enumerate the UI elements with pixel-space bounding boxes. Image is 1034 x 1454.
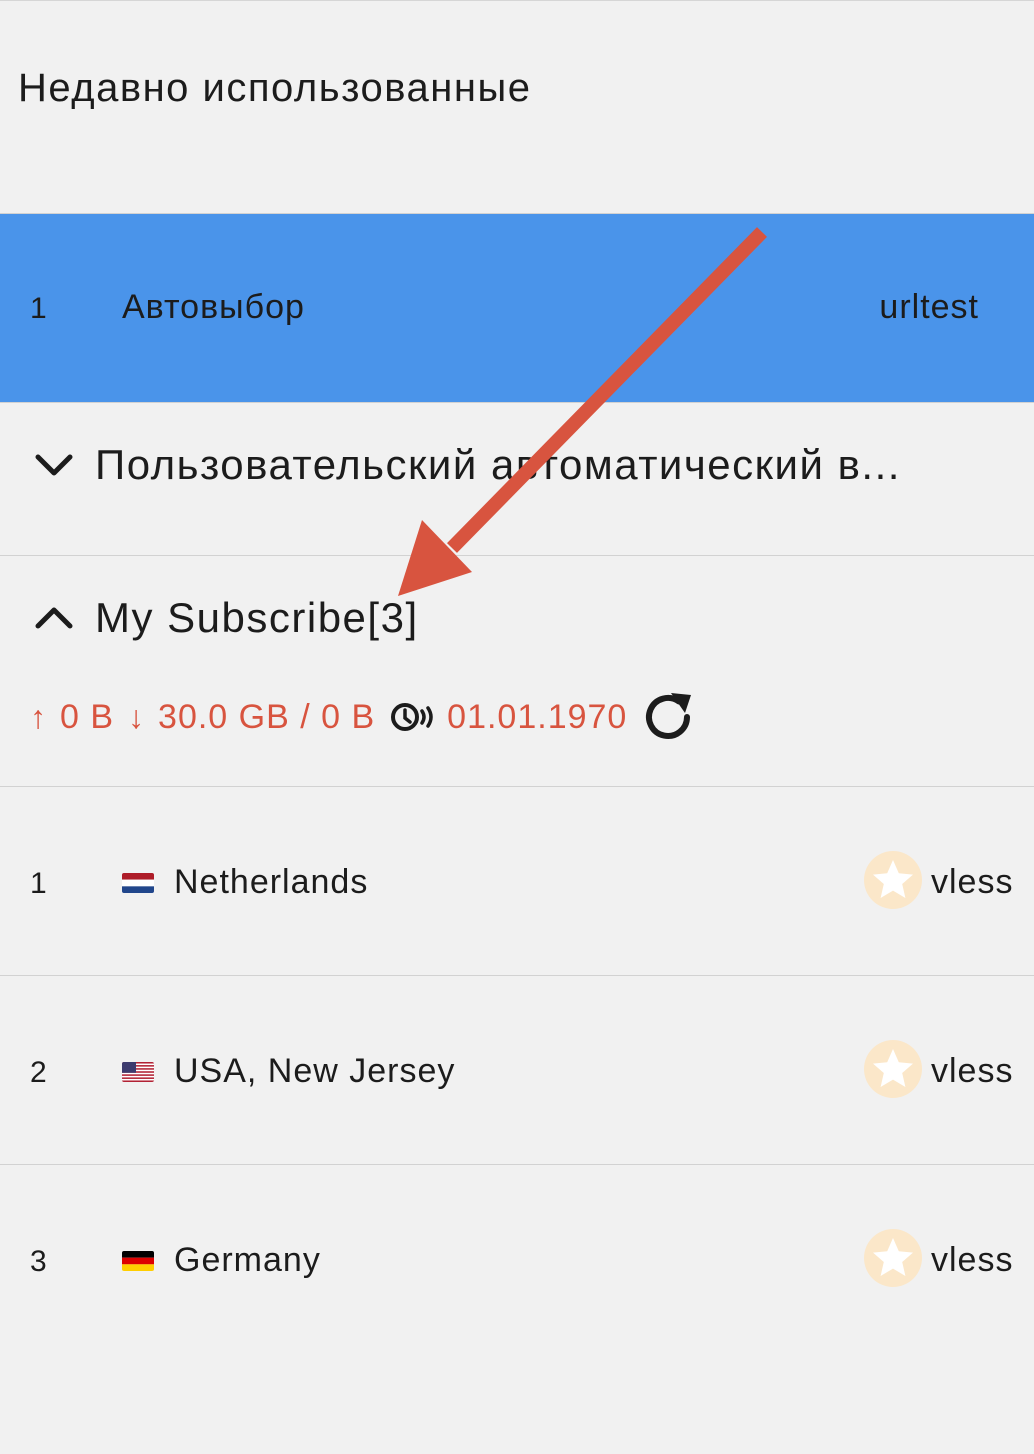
annotation-arrow xyxy=(398,227,767,596)
